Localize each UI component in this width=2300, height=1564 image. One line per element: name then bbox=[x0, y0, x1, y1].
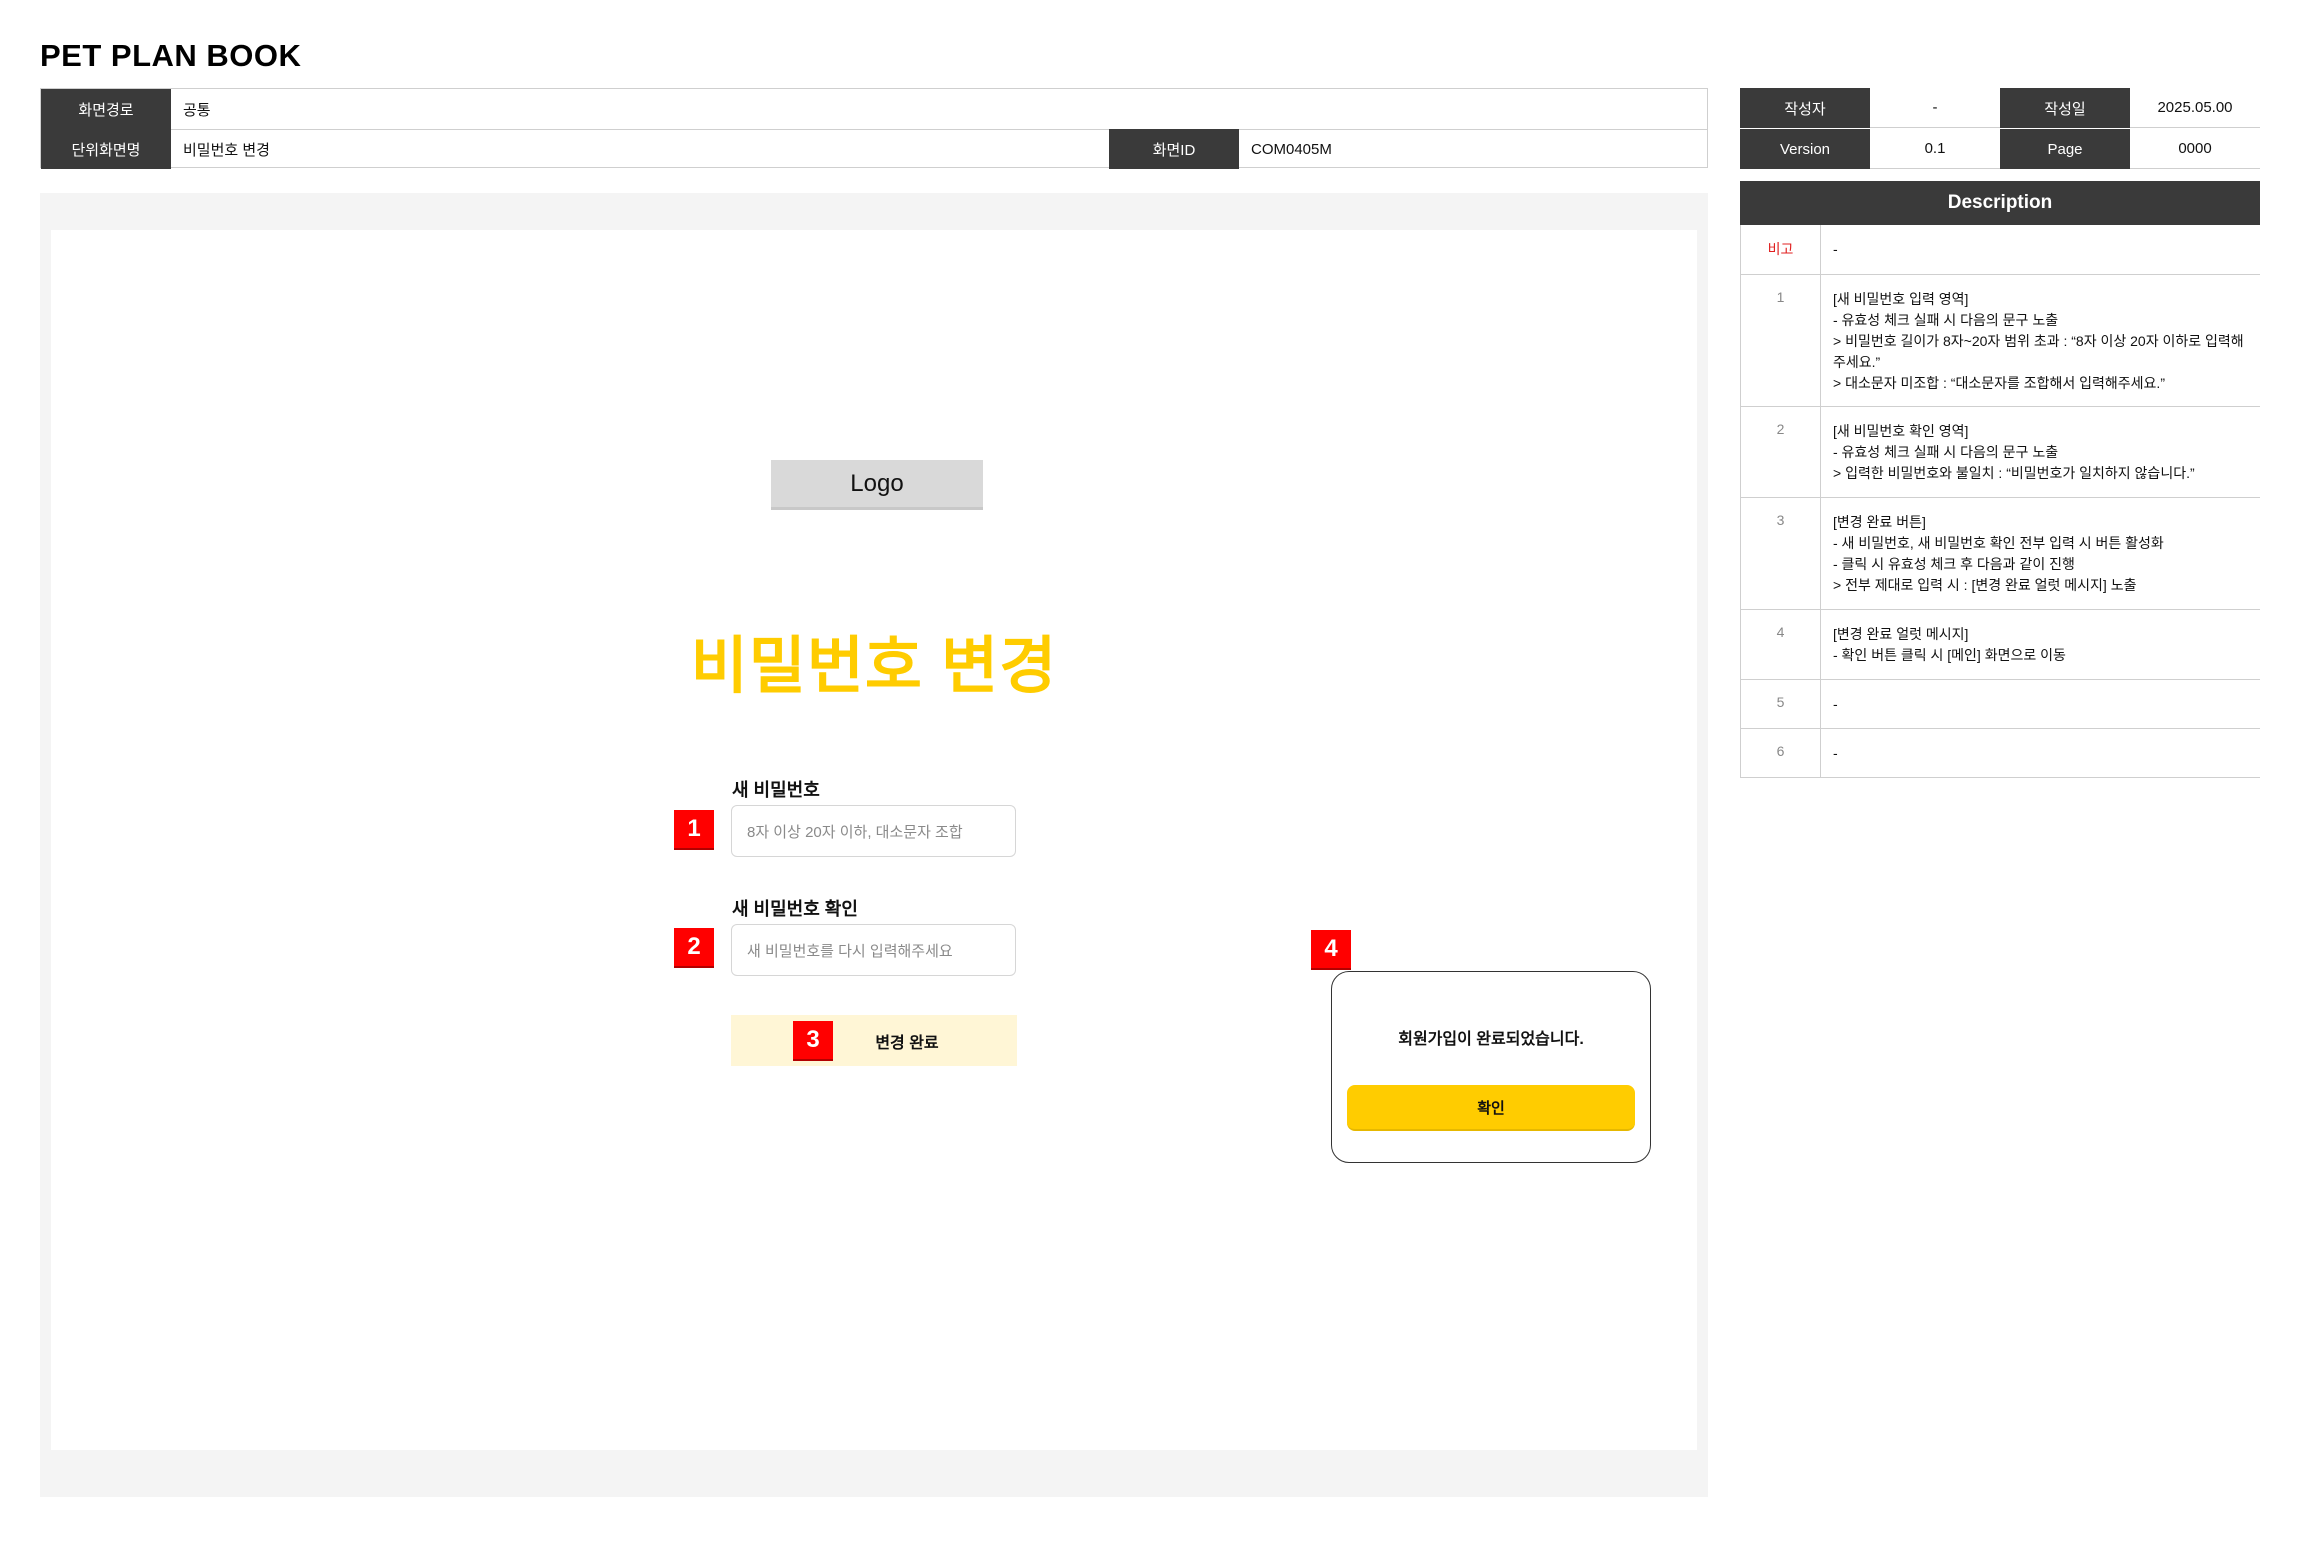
page-value: 0000 bbox=[2130, 129, 2260, 169]
description-text: [새 비밀번호 입력 영역] - 유효성 체크 실패 시 다음의 문구 노출 >… bbox=[1833, 291, 2244, 391]
description-num: 5 bbox=[1741, 680, 1821, 728]
logo-placeholder: Logo bbox=[771, 460, 983, 510]
marker-4: 4 bbox=[1311, 930, 1351, 970]
submit-label: 변경 완료 bbox=[875, 1034, 939, 1052]
description-num: 2 bbox=[1741, 407, 1821, 497]
description-table: 비고 - 1 [새 비밀번호 입력 영역] - 유효성 체크 실패 시 다음의 … bbox=[1740, 225, 2260, 778]
description-text: - bbox=[1833, 696, 1838, 712]
path-value: 공통 bbox=[183, 101, 211, 119]
version-label: Version bbox=[1740, 129, 1870, 169]
description-num: 4 bbox=[1741, 610, 1821, 679]
screen-id-label: 화면ID bbox=[1109, 129, 1239, 169]
meta-row-path: 화면경로 공통 bbox=[41, 89, 1707, 130]
description-text: [새 비밀번호 확인 영역] - 유효성 체크 실패 시 다음의 문구 노출 >… bbox=[1833, 423, 2195, 481]
change-complete-button[interactable]: 변경 완료 bbox=[731, 1015, 1017, 1066]
version-value: 0.1 bbox=[1870, 129, 2000, 169]
description-num: 1 bbox=[1741, 275, 1821, 406]
description-num: 비고 bbox=[1741, 225, 1821, 274]
screen-id-value: COM0405M bbox=[1251, 140, 1332, 158]
meta-table-right: 작성자 - 작성일 2025.05.00 Version 0.1 Page 00… bbox=[1740, 88, 2260, 170]
confirm-password-label: 새 비밀번호 확인 bbox=[732, 899, 858, 919]
description-row-5: 5 - bbox=[1740, 680, 2260, 729]
description-row-1: 1 [새 비밀번호 입력 영역] - 유효성 체크 실패 시 다음의 문구 노출… bbox=[1740, 275, 2260, 407]
path-label: 화면경로 bbox=[41, 89, 171, 129]
description-text: - bbox=[1833, 241, 1838, 257]
meta-row-screen: 단위화면명 비밀번호 변경 화면ID COM0405M bbox=[41, 129, 1707, 169]
screen-name-value: 비밀번호 변경 bbox=[183, 141, 270, 159]
description-text: [변경 완료 버튼] - 새 비밀번호, 새 비밀번호 확인 전부 입력 시 버… bbox=[1833, 514, 2164, 593]
meta-table-left: 화면경로 공통 단위화면명 비밀번호 변경 화면ID COM0405M bbox=[40, 88, 1708, 169]
document-title: PET PLAN BOOK bbox=[40, 38, 302, 73]
page-heading: 비밀번호 변경 bbox=[690, 632, 1058, 701]
alert-dialog bbox=[1331, 971, 1651, 1163]
page-label: Page bbox=[2000, 129, 2130, 169]
description-row-note: 비고 - bbox=[1740, 225, 2260, 275]
alert-message: 회원가입이 완료되었습니다. bbox=[1398, 1031, 1584, 1048]
description-text: [변경 완료 얼럿 메시지] - 확인 버튼 클릭 시 [메인] 화면으로 이동 bbox=[1833, 626, 2066, 663]
author-value: - bbox=[1870, 88, 2000, 128]
description-row-6: 6 - bbox=[1740, 729, 2260, 778]
date-label: 작성일 bbox=[2000, 88, 2130, 128]
description-row-4: 4 [변경 완료 얼럿 메시지] - 확인 버튼 클릭 시 [메인] 화면으로 … bbox=[1740, 610, 2260, 680]
marker-1: 1 bbox=[674, 810, 714, 850]
new-password-label: 새 비밀번호 bbox=[732, 780, 820, 800]
screen-name-label: 단위화면명 bbox=[41, 129, 171, 169]
description-num: 3 bbox=[1741, 498, 1821, 609]
description-num: 6 bbox=[1741, 729, 1821, 777]
description-header: Description bbox=[1740, 181, 2260, 225]
date-value: 2025.05.00 bbox=[2130, 88, 2260, 128]
marker-2: 2 bbox=[674, 928, 714, 968]
description-text: - bbox=[1833, 745, 1838, 761]
new-password-input[interactable]: 8자 이상 20자 이하, 대소문자 조합 bbox=[731, 805, 1016, 857]
description-row-2: 2 [새 비밀번호 확인 영역] - 유효성 체크 실패 시 다음의 문구 노출… bbox=[1740, 407, 2260, 498]
description-row-3: 3 [변경 완료 버튼] - 새 비밀번호, 새 비밀번호 확인 전부 입력 시… bbox=[1740, 498, 2260, 610]
alert-confirm-button[interactable]: 확인 bbox=[1347, 1085, 1635, 1131]
confirm-password-input[interactable]: 새 비밀번호를 다시 입력해주세요 bbox=[731, 924, 1016, 976]
marker-3: 3 bbox=[793, 1021, 833, 1061]
author-label: 작성자 bbox=[1740, 88, 1870, 128]
